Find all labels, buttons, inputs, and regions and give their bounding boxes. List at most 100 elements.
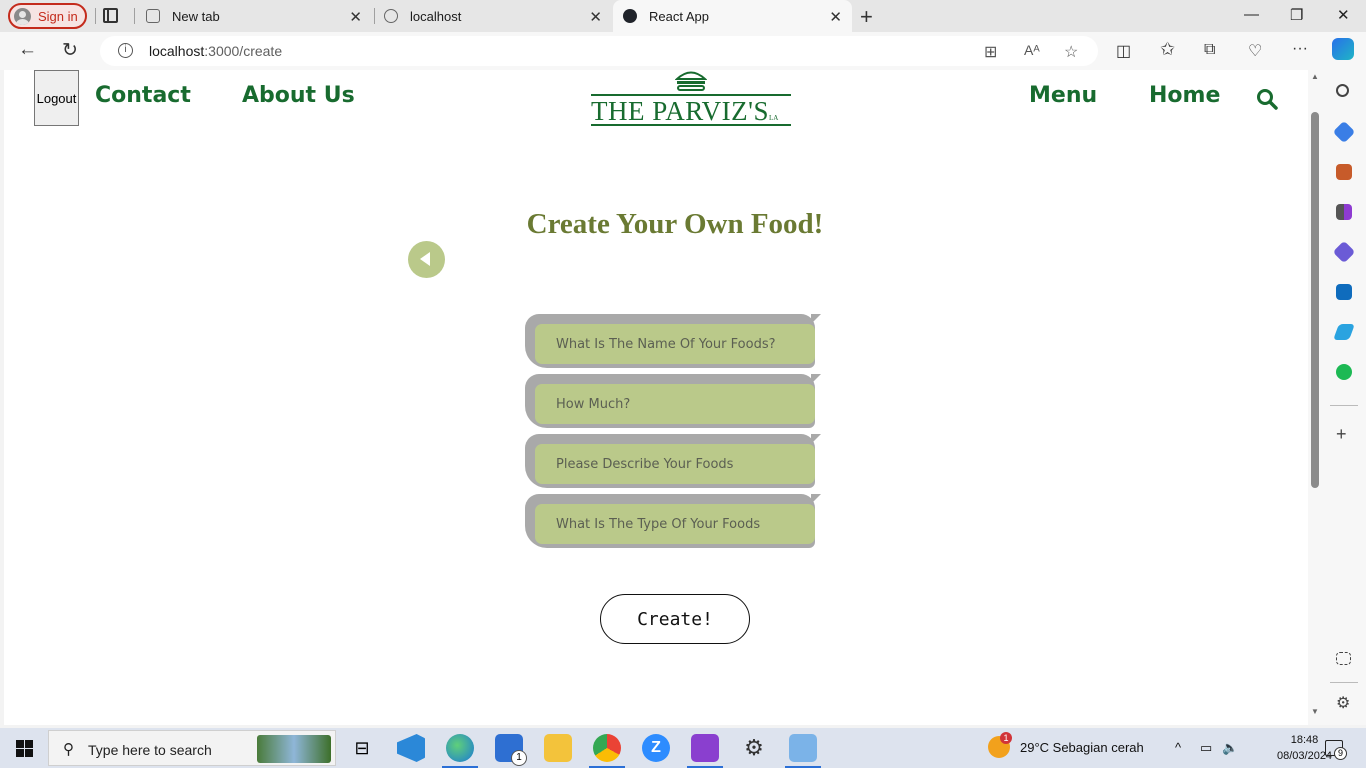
add-icon[interactable]: + bbox=[1336, 425, 1352, 443]
scrollbar-thumb[interactable] bbox=[1311, 112, 1319, 488]
description-input[interactable] bbox=[535, 444, 815, 484]
logout-button[interactable]: Logout bbox=[34, 70, 79, 126]
network-icon[interactable]: ▭ bbox=[1200, 740, 1212, 756]
brand-logo[interactable]: THE PARVIZ'SLA bbox=[591, 70, 791, 126]
app-window-icon[interactable] bbox=[785, 734, 821, 768]
volume-icon[interactable]: 🔈 bbox=[1222, 740, 1238, 756]
edge-sidebar: + ⚙ bbox=[1322, 70, 1366, 725]
url-text: localhost:3000/create bbox=[149, 43, 283, 59]
close-tab-icon[interactable]: ✕ bbox=[829, 8, 842, 26]
outlook-icon[interactable] bbox=[1336, 284, 1352, 300]
file-explorer-icon[interactable] bbox=[544, 734, 572, 762]
scroll-down-icon[interactable]: ▼ bbox=[1311, 707, 1319, 716]
description-field-wrapper bbox=[525, 434, 821, 488]
close-window-icon[interactable]: ✕ bbox=[1337, 6, 1350, 24]
scroll-up-icon[interactable]: ▲ bbox=[1311, 72, 1319, 81]
close-tab-icon[interactable]: ✕ bbox=[589, 8, 602, 26]
restore-icon[interactable]: ❐ bbox=[1290, 6, 1303, 24]
nav-about-us[interactable]: About Us bbox=[242, 83, 355, 108]
url-field[interactable]: i localhost:3000/create ⊞ Aᴬ ☆ bbox=[100, 36, 1098, 66]
apps-icon[interactable]: ⊞ bbox=[984, 42, 997, 62]
logo-text: THE PARVIZ'SLA bbox=[591, 96, 779, 126]
settings-icon[interactable]: ⚙ bbox=[1336, 696, 1352, 712]
screenshot-icon[interactable] bbox=[1336, 652, 1351, 665]
profile-icon bbox=[14, 7, 31, 25]
search-sidebar-icon[interactable] bbox=[1336, 84, 1349, 97]
collections-icon[interactable]: ⧉ bbox=[1204, 41, 1215, 59]
tab-new-tab[interactable]: New tab ✕ bbox=[136, 0, 372, 32]
minimize-icon[interactable]: — bbox=[1244, 6, 1259, 23]
notifications-icon[interactable]: 9 bbox=[1325, 740, 1347, 760]
react-icon bbox=[623, 9, 637, 23]
page-title: Create Your Own Food! bbox=[526, 208, 824, 240]
tab-title: localhost bbox=[410, 8, 462, 24]
split-screen-icon[interactable]: ◫ bbox=[1116, 41, 1131, 61]
page-viewport: Logout Contact About Us THE PARVIZ'SLA M… bbox=[4, 70, 1308, 725]
close-tab-icon[interactable]: ✕ bbox=[349, 8, 362, 26]
task-view-icon[interactable]: ⊟ bbox=[348, 734, 376, 762]
tab-separator bbox=[374, 8, 375, 24]
zoom-icon[interactable]: Z bbox=[642, 734, 670, 762]
create-button[interactable]: Create! bbox=[600, 594, 750, 644]
sidebar-divider bbox=[1330, 405, 1358, 406]
tab-title: React App bbox=[649, 8, 709, 24]
vscode-icon[interactable] bbox=[397, 734, 425, 762]
spotify-icon[interactable] bbox=[1336, 364, 1352, 380]
food-name-input[interactable] bbox=[535, 324, 815, 364]
back-arrow-button[interactable] bbox=[408, 241, 445, 278]
shopping-tag-icon[interactable] bbox=[1332, 120, 1356, 144]
tab-separator bbox=[95, 8, 96, 24]
games-icon[interactable] bbox=[1336, 204, 1352, 220]
favorites-icon[interactable]: ✩ bbox=[1160, 39, 1175, 60]
taskbar-search[interactable]: ⚲ Type here to search bbox=[48, 730, 336, 766]
weather-icon[interactable]: 1 bbox=[988, 732, 1012, 758]
address-bar: ← ↻ i localhost:3000/create ⊞ Aᴬ ☆ ◫ ✩ ⧉… bbox=[0, 32, 1366, 70]
refresh-icon[interactable]: ↻ bbox=[62, 39, 78, 62]
sign-in-button[interactable]: Sign in bbox=[8, 3, 87, 29]
telegram-icon[interactable] bbox=[1333, 324, 1355, 340]
browser-essentials-icon[interactable]: ♡ bbox=[1248, 41, 1262, 61]
search-icon: ⚲ bbox=[63, 741, 74, 758]
taskbar-search-label: Type here to search bbox=[88, 742, 212, 758]
burger-icon bbox=[675, 71, 707, 91]
show-hidden-icons[interactable]: ^ bbox=[1175, 740, 1181, 755]
sign-in-label: Sign in bbox=[38, 8, 78, 24]
site-info-icon[interactable]: i bbox=[118, 43, 133, 58]
tab-separator bbox=[134, 8, 135, 24]
tab-react-app[interactable]: React App ✕ bbox=[613, 0, 852, 32]
page-scrollbar[interactable]: ▲ ▼ bbox=[1308, 70, 1322, 725]
tab-title: New tab bbox=[172, 8, 220, 24]
page-icon bbox=[146, 9, 160, 23]
tools-icon[interactable] bbox=[1336, 164, 1352, 180]
food-name-field-wrapper bbox=[525, 314, 821, 368]
favorite-star-icon[interactable]: ☆ bbox=[1064, 42, 1078, 62]
workspaces-icon[interactable] bbox=[103, 8, 118, 23]
price-input[interactable] bbox=[535, 384, 815, 424]
taskbar: ⚲ Type here to search ⊟ 1 Z ⚙ 1 29°C Seb… bbox=[0, 728, 1366, 768]
search-icon[interactable] bbox=[1256, 88, 1278, 110]
nav-menu[interactable]: Menu bbox=[1029, 83, 1097, 108]
weather-text[interactable]: 29°C Sebagian cerah bbox=[1020, 740, 1144, 755]
copilot-icon[interactable] bbox=[1332, 38, 1354, 60]
date-text: 08/03/2024 bbox=[1277, 750, 1333, 762]
food-type-field-wrapper bbox=[525, 494, 821, 548]
mail-icon[interactable]: 1 bbox=[495, 734, 527, 766]
nav-home[interactable]: Home bbox=[1149, 83, 1220, 108]
read-aloud-icon[interactable]: Aᴬ bbox=[1024, 42, 1040, 58]
food-type-input[interactable] bbox=[535, 504, 815, 544]
new-tab-icon[interactable]: + bbox=[860, 4, 873, 30]
tab-localhost[interactable]: localhost ✕ bbox=[376, 0, 612, 32]
edge-icon[interactable] bbox=[442, 734, 478, 768]
page-icon bbox=[384, 9, 398, 23]
back-icon[interactable]: ← bbox=[18, 39, 37, 61]
tab-bar: Sign in New tab ✕ localhost ✕ React App … bbox=[0, 0, 1366, 32]
clock[interactable]: 18:48 08/03/2024 bbox=[1277, 732, 1332, 764]
chrome-icon[interactable] bbox=[589, 734, 625, 768]
clipchamp-icon[interactable] bbox=[687, 734, 723, 768]
m365-icon[interactable] bbox=[1332, 240, 1356, 264]
more-options-icon[interactable]: ··· bbox=[1292, 40, 1308, 58]
windows-start-icon[interactable] bbox=[16, 740, 33, 757]
nav-contact[interactable]: Contact bbox=[95, 83, 191, 108]
logo-rule bbox=[591, 124, 791, 126]
settings-icon[interactable]: ⚙ bbox=[740, 734, 768, 762]
